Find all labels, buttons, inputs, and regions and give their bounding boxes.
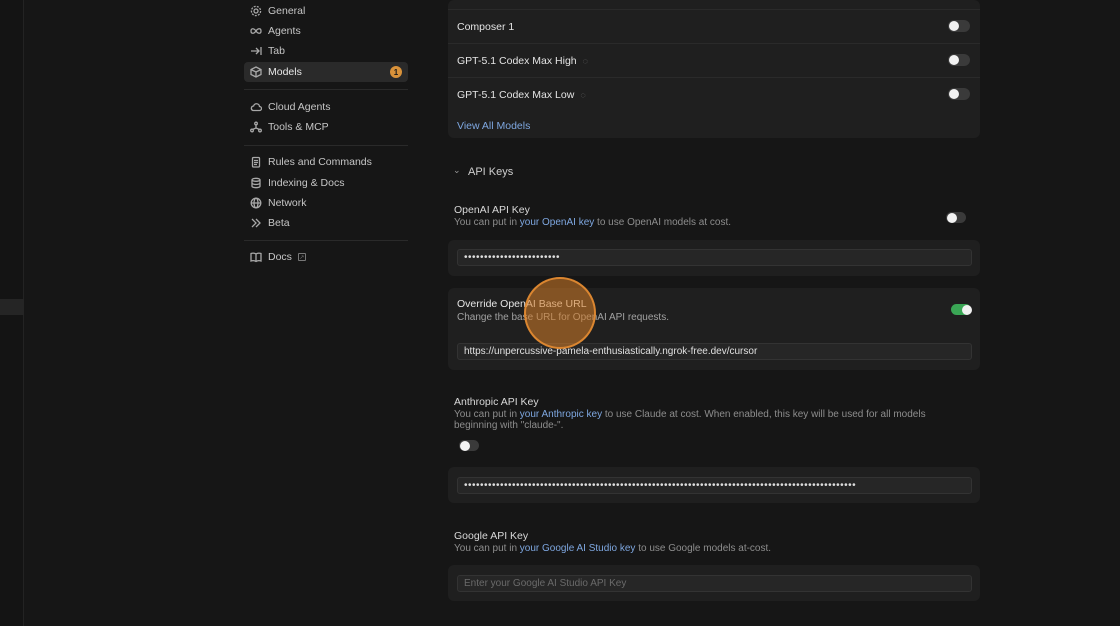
desc-text: You can put in <box>454 409 520 420</box>
google-key-title: Google API Key <box>454 530 529 542</box>
sidebar-item-label: Tab <box>268 45 285 57</box>
sidebar-item-tab[interactable]: Tab <box>244 41 408 61</box>
infinity-icon <box>250 25 262 37</box>
sidebar-item-docs[interactable]: Docs ↗ <box>244 247 408 267</box>
desc-text: to use OpenAI models at cost. <box>594 217 732 228</box>
model-row: GPT-5.1 Codex Max Low ◌ <box>448 77 980 111</box>
model-name: GPT-5.1 Codex Max Low <box>457 88 575 101</box>
anthropic-key-toggle[interactable] <box>459 440 479 451</box>
chevrons-right-icon <box>250 217 262 229</box>
sidebar-item-general[interactable]: General <box>244 1 408 21</box>
sidebar-item-label: General <box>268 5 306 17</box>
sidebar-item-label: Beta <box>268 217 290 229</box>
desc-text: You can put in <box>454 543 520 554</box>
chevron-down-icon[interactable]: ⌄ <box>453 165 461 176</box>
desc-text: to use Google models at-cost. <box>635 543 772 554</box>
external-link-icon: ↗ <box>297 253 306 261</box>
sidebar-item-label: Docs <box>268 251 292 263</box>
model-name: Composer 1 <box>457 20 515 33</box>
openai-key-toggle[interactable] <box>946 212 966 223</box>
google-key-description: You can put in your Google AI Studio key… <box>454 543 771 554</box>
anthropic-key-description-line2: beginning with "claude-". <box>454 420 564 431</box>
click-indicator <box>524 277 596 349</box>
sidebar-item-label: Models <box>268 66 302 78</box>
override-base-url-toggle[interactable] <box>951 304 972 315</box>
desc-text: to use Claude at cost. When enabled, thi… <box>602 409 926 420</box>
model-row: Composer 1 <box>448 9 980 43</box>
sidebar-item-models[interactable]: Models 1 <box>244 62 408 82</box>
sidebar-item-beta[interactable]: Beta <box>244 213 408 233</box>
sidebar-item-rules-commands[interactable]: Rules and Commands <box>244 152 408 172</box>
api-keys-section-title[interactable]: API Keys <box>468 166 513 178</box>
globe-icon <box>250 197 262 209</box>
book-icon <box>250 251 262 263</box>
openai-key-title: OpenAI API Key <box>454 204 530 216</box>
openai-key-link[interactable]: your OpenAI key <box>520 217 594 228</box>
sidebar-item-label: Agents <box>268 25 301 37</box>
sidebar-item-label: Rules and Commands <box>268 156 372 168</box>
tools-icon <box>250 121 262 133</box>
gear-icon <box>250 5 262 17</box>
model-name: GPT-5.1 Codex Max High <box>457 54 577 67</box>
sidebar-item-label: Indexing & Docs <box>268 177 345 189</box>
cloud-icon <box>250 101 262 113</box>
sidebar-divider <box>244 145 408 146</box>
openai-key-input[interactable]: •••••••••••••••••••••••• <box>457 249 972 266</box>
reasoning-brain-icon: ◌ <box>580 89 586 100</box>
anthropic-key-description: You can put in your Anthropic key to use… <box>454 409 974 420</box>
model-toggle-gpt-5-1-codex-max-low[interactable] <box>948 88 970 100</box>
sidebar-item-label: Network <box>268 197 307 209</box>
anthropic-key-link[interactable]: your Anthropic key <box>520 409 602 420</box>
left-panel-strip <box>0 0 24 626</box>
sidebar-item-agents[interactable]: Agents <box>244 21 408 41</box>
view-all-models-link[interactable]: View All Models <box>457 120 530 132</box>
sidebar-divider <box>244 240 408 241</box>
sidebar-item-label: Cloud Agents <box>268 101 331 113</box>
database-icon <box>250 177 262 189</box>
sidebar-item-label: Tools & MCP <box>268 121 329 133</box>
sidebar-divider <box>244 89 408 90</box>
left-panel-marker <box>0 299 24 315</box>
desc-text: You can put in <box>454 217 520 228</box>
openai-key-description: You can put in your OpenAI key to use Op… <box>454 217 731 228</box>
tab-arrow-icon <box>250 45 262 57</box>
model-toggle-gpt-5-1-codex-max-high[interactable] <box>948 54 970 66</box>
base-url-input[interactable]: https://unpercussive-pamela-enthusiastic… <box>457 343 972 360</box>
google-key-input[interactable]: Enter your Google AI Studio API Key <box>457 575 972 592</box>
sidebar-item-indexing-docs[interactable]: Indexing & Docs <box>244 173 408 193</box>
model-toggle-composer-1[interactable] <box>948 20 970 32</box>
clipboard-icon <box>250 156 262 168</box>
sidebar-item-network[interactable]: Network <box>244 193 408 213</box>
reasoning-brain-icon: ◌ <box>582 55 588 66</box>
model-row: GPT-5.1 Codex Max High ◌ <box>448 43 980 77</box>
cube-icon <box>250 66 262 78</box>
google-key-link[interactable]: your Google AI Studio key <box>520 543 636 554</box>
anthropic-key-input[interactable]: ••••••••••••••••••••••••••••••••••••••••… <box>457 477 972 494</box>
models-notification-badge: 1 <box>390 66 402 78</box>
anthropic-key-title: Anthropic API Key <box>454 396 539 408</box>
sidebar-item-cloud-agents[interactable]: Cloud Agents <box>244 97 408 117</box>
sidebar-item-tools-mcp[interactable]: Tools & MCP <box>244 117 408 137</box>
